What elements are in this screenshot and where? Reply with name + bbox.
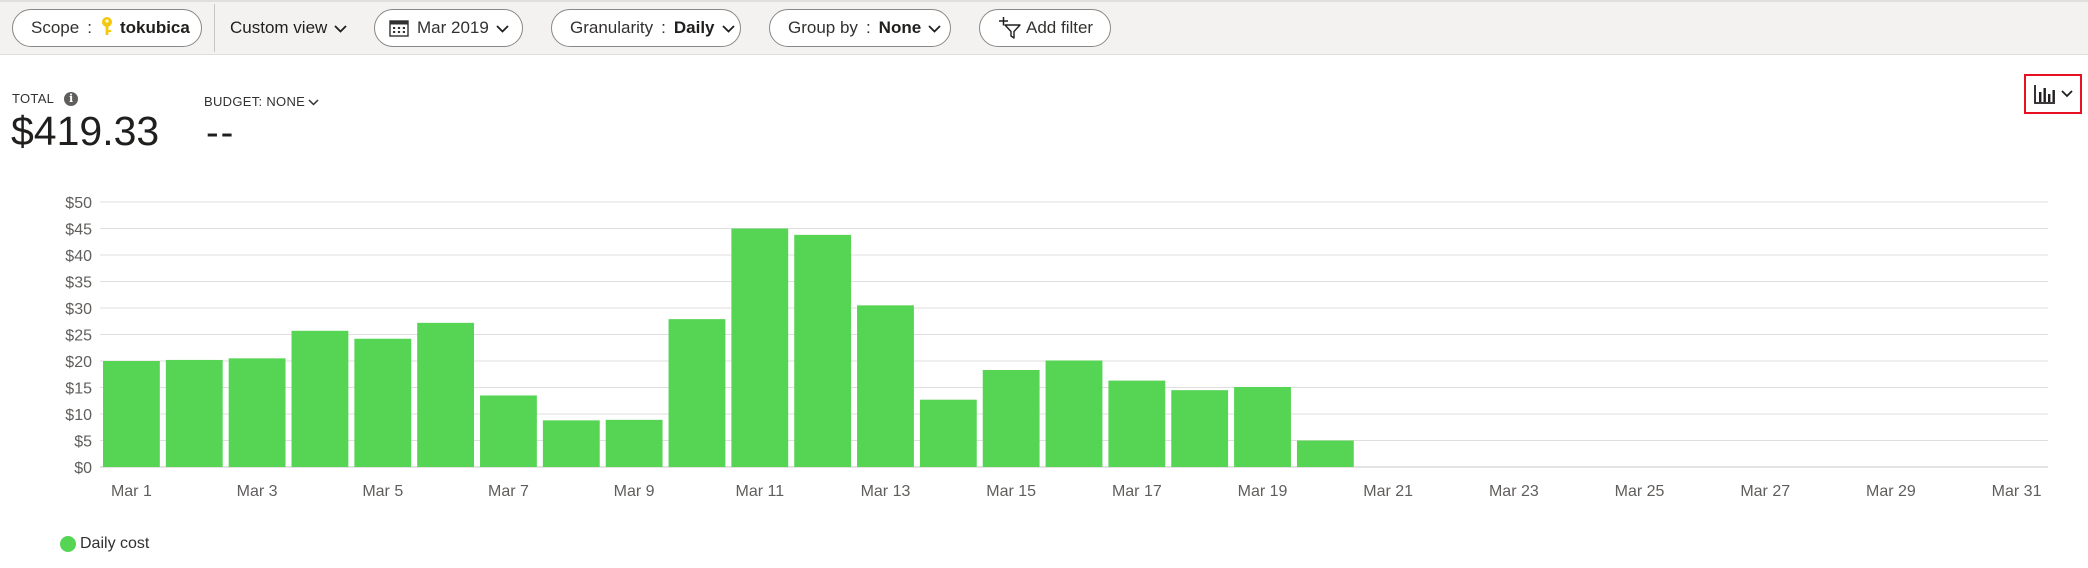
y-tick-label: $50 [65, 195, 92, 212]
chevron-down-icon [308, 94, 319, 109]
chevron-down-icon [496, 18, 509, 38]
custom-view-label: Custom view [230, 18, 328, 37]
add-filter-icon [998, 17, 1022, 39]
scope-label: Scope [31, 18, 80, 37]
x-tick-label: Mar 25 [1615, 483, 1665, 500]
toolbar: Scope : tokubica Custom view Mar 2019 Gr… [0, 0, 2088, 55]
date-picker[interactable]: Mar 2019 [374, 9, 523, 47]
chevron-down-icon [721, 18, 735, 38]
scope-separator: : [87, 18, 92, 37]
bar-mar-1 [103, 361, 160, 467]
bar-mar-17 [1108, 380, 1166, 467]
total-label-row: TOTAL i [12, 91, 79, 106]
custom-view-dropdown[interactable]: Custom view [230, 9, 347, 47]
budget-label: BUDGET: NONE [204, 94, 306, 109]
bar-mar-18 [1171, 390, 1229, 467]
budget-value: -- [206, 112, 236, 154]
total-cost-value: $419.33 [11, 108, 160, 154]
x-tick-label: Mar 9 [614, 483, 655, 500]
chevron-down-icon [928, 18, 941, 38]
granularity-separator: : [661, 18, 666, 37]
bar-mar-15 [982, 370, 1040, 467]
daily-cost-chart: $0 $5 $10 $15 $20 $25 $30 $35 $40 $45 $50 Mar 1 Mar … [65, 195, 2048, 500]
scope-picker[interactable]: Scope : tokubica [12, 9, 202, 47]
bar-mar-19 [1234, 386, 1291, 467]
y-tick-label: $15 [65, 381, 92, 398]
x-tick-label: Mar 3 [237, 483, 278, 500]
chart-legend: Daily cost [60, 535, 149, 553]
legend-swatch [60, 536, 76, 552]
budget-dropdown[interactable]: BUDGET: NONE [204, 94, 319, 109]
x-tick-label: Mar 11 [736, 483, 785, 500]
toolbar-top-border [0, 0, 2088, 2]
x-tick-label: Mar 27 [1740, 483, 1790, 500]
toolbar-divider [214, 4, 215, 52]
granularity-dropdown[interactable]: Granularity : Daily [551, 9, 741, 47]
y-tick-label: $35 [65, 275, 92, 292]
bar-mar-16 [1045, 360, 1103, 467]
granularity-value: Daily [673, 18, 715, 37]
calendar-icon [389, 19, 409, 37]
key-icon [100, 16, 114, 41]
bar-mar-7 [480, 395, 537, 467]
x-tick-label: Mar 1 [111, 483, 152, 500]
x-tick-label: Mar 21 [1363, 483, 1413, 500]
bar-mar-6 [417, 322, 475, 467]
group-by-dropdown[interactable]: Group by : None [769, 9, 951, 47]
chevron-down-icon [2061, 85, 2073, 103]
x-tick-label: Mar 5 [362, 483, 403, 500]
group-by-separator: : [865, 18, 871, 37]
y-tick-label: $0 [74, 460, 92, 477]
x-tick-label: Mar 23 [1489, 483, 1539, 500]
bar-mar-12 [794, 234, 852, 467]
chart-type-button[interactable] [2024, 74, 2082, 114]
legend-label: Daily cost [80, 535, 150, 552]
bar-mar-20 [1296, 440, 1354, 467]
y-tick-label: $5 [74, 434, 92, 451]
bar-mar-4 [291, 330, 349, 467]
x-tick-label: Mar 15 [986, 483, 1036, 500]
date-label: Mar 2019 [417, 18, 489, 37]
scope-value: tokubica [119, 18, 190, 37]
bar-mar-9 [605, 419, 663, 467]
add-filter-label: Add filter [1026, 18, 1094, 37]
bar-mar-11 [731, 228, 789, 467]
x-tick-label: Mar 29 [1866, 483, 1916, 500]
y-tick-label: $20 [65, 354, 92, 371]
bar-mar-13 [857, 305, 914, 467]
x-tick-label: Mar 7 [488, 483, 529, 500]
granularity-label: Granularity [570, 18, 654, 37]
total-label: TOTAL [12, 91, 55, 106]
bar-chart-icon [2033, 83, 2057, 105]
x-tick-label: Mar 19 [1238, 483, 1288, 500]
bar-mar-14 [919, 399, 977, 467]
y-tick-label: $25 [65, 328, 92, 345]
x-tick-label: Mar 13 [861, 483, 911, 500]
y-tick-label: $40 [65, 248, 92, 265]
chevron-down-icon [334, 18, 347, 38]
add-filter-button[interactable]: Add filter [979, 9, 1111, 47]
info-icon[interactable]: i [64, 91, 79, 106]
y-tick-label: $45 [65, 222, 92, 239]
bar-mar-8 [542, 420, 600, 467]
bar-mar-2 [165, 359, 223, 467]
x-tick-label: Mar 17 [1112, 483, 1162, 500]
bar-mar-3 [228, 358, 286, 467]
group-by-label: Group by [788, 18, 858, 37]
group-by-value: None [878, 18, 922, 37]
y-tick-label: $30 [65, 301, 92, 318]
bar-mar-10 [668, 319, 726, 467]
bar-mar-5 [354, 338, 412, 467]
y-tick-label: $10 [65, 407, 92, 424]
x-tick-label: Mar 31 [1992, 483, 2042, 500]
